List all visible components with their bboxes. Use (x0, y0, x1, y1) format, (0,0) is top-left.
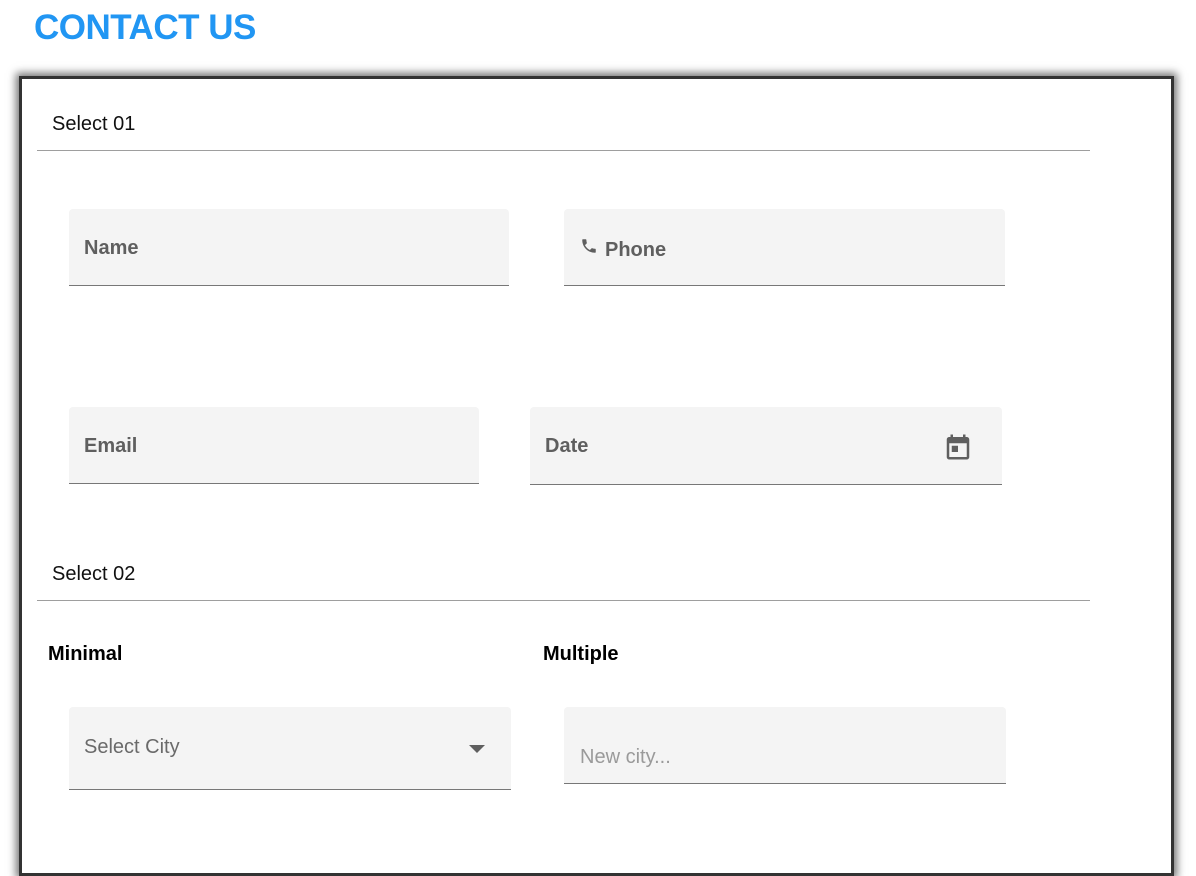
multiple-heading: Multiple (543, 643, 619, 665)
new-city-input[interactable]: New city... (564, 707, 1006, 784)
email-field[interactable]: Email (69, 407, 479, 484)
phone-icon (580, 237, 598, 260)
calendar-icon[interactable] (943, 432, 973, 467)
section-label-select-01: Select 01 (52, 113, 136, 135)
section-divider (37, 600, 1090, 601)
minimal-heading: Minimal (48, 643, 123, 665)
contact-form-card: Select 01 Name Phone Email Date Select 0… (19, 76, 1174, 876)
city-select[interactable]: Select City (69, 707, 511, 790)
phone-field-label: Phone (605, 239, 667, 261)
section-divider (37, 150, 1090, 151)
name-field-label: Name (84, 237, 139, 259)
new-city-placeholder: New city... (580, 746, 671, 768)
date-field-label: Date (545, 435, 589, 457)
page-title: CONTACT US (34, 8, 256, 47)
dropdown-arrow-icon (469, 742, 485, 760)
email-field-label: Email (84, 435, 138, 457)
city-select-value: Select City (84, 736, 180, 758)
name-field[interactable]: Name (69, 209, 509, 286)
phone-field[interactable]: Phone (564, 209, 1005, 286)
section-label-select-02: Select 02 (52, 563, 136, 585)
date-field[interactable]: Date (530, 407, 1002, 485)
